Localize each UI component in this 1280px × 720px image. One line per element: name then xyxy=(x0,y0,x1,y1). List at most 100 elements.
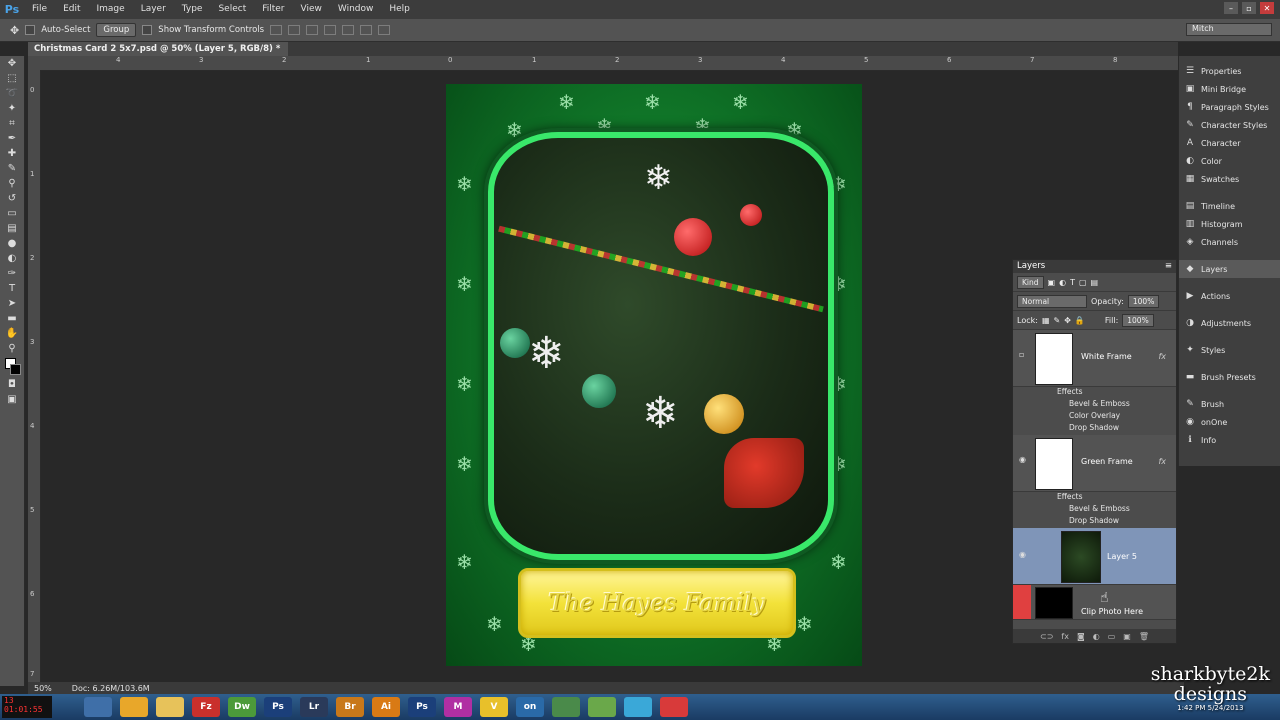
dock-item-character-styles[interactable]: ✎ Character Styles xyxy=(1179,116,1280,134)
taskbar-app-icon[interactable]: Br xyxy=(336,697,364,717)
lock-paint-icon[interactable]: ✎ xyxy=(1054,316,1061,325)
maximize-button[interactable]: ▫ xyxy=(1242,2,1256,14)
eyedropper-icon[interactable]: ✒ xyxy=(5,133,19,145)
dock-item-character[interactable]: A Character xyxy=(1179,134,1280,152)
link-layers-icon[interactable]: ⊂⊃ xyxy=(1040,632,1053,641)
taskbar-app-icon[interactable]: M xyxy=(444,697,472,717)
layer-row-green-frame[interactable]: ◉ Green Frame fx xyxy=(1013,435,1176,492)
dock-item-mini-bridge[interactable]: ▣ Mini Bridge xyxy=(1179,80,1280,98)
taskbar-app-icon[interactable] xyxy=(660,697,688,717)
dock-item-color[interactable]: ◐ Color xyxy=(1179,152,1280,170)
layer-row-clip-photo[interactable]: Clip Photo Here xyxy=(1013,585,1176,620)
crop-tool-icon[interactable]: ⌗ xyxy=(5,118,19,130)
document-canvas[interactable]: ❄ ❄ ❄ ❄ ❄ ❄ ❄ ❄ ❄ ❄ ❄ ❄ ❄ ❄ ❄ ❄ ❄ ❄ ❄ ❄ … xyxy=(446,84,862,666)
zoom-level[interactable]: 50% xyxy=(34,684,52,693)
menu-help[interactable]: Help xyxy=(381,0,418,19)
menu-type[interactable]: Type xyxy=(174,0,211,19)
effects-header[interactable]: Effects xyxy=(1013,492,1176,504)
effect-bevel-emboss[interactable]: Bevel & Emboss xyxy=(1013,399,1176,411)
dodge-tool-icon[interactable]: ◐ xyxy=(5,253,19,265)
fx-icon[interactable]: fx xyxy=(1158,352,1166,361)
quick-mask-icon[interactable]: ◘ xyxy=(5,379,19,391)
marquee-tool-icon[interactable]: ⬚ xyxy=(5,73,19,85)
menu-view[interactable]: View xyxy=(293,0,330,19)
move-tool-icon[interactable]: ✥ xyxy=(10,24,19,37)
new-group-icon[interactable]: ▭ xyxy=(1108,632,1116,641)
clone-stamp-icon[interactable]: ⚲ xyxy=(5,178,19,190)
effect-drop-shadow[interactable]: Drop Shadow xyxy=(1013,423,1176,435)
effect-drop-shadow[interactable]: Drop Shadow xyxy=(1013,516,1176,528)
align-bottom-icon[interactable] xyxy=(306,25,319,35)
screen-mode-icon[interactable]: ▣ xyxy=(5,394,19,406)
menu-window[interactable]: Window xyxy=(330,0,382,19)
new-layer-icon[interactable]: ▣ xyxy=(1123,632,1131,641)
taskbar-app-icon[interactable]: on xyxy=(516,697,544,717)
lock-pixels-icon[interactable]: ▦ xyxy=(1042,316,1050,325)
history-brush-icon[interactable]: ↺ xyxy=(5,193,19,205)
taskbar-app-icon[interactable]: V xyxy=(480,697,508,717)
distribute-icon[interactable] xyxy=(378,25,391,35)
align-right-icon[interactable] xyxy=(360,25,373,35)
lock-position-icon[interactable]: ✥ xyxy=(1064,316,1071,325)
gradient-tool-icon[interactable]: ▤ xyxy=(5,223,19,235)
filter-shape-icon[interactable]: ▢ xyxy=(1079,278,1087,287)
align-top-icon[interactable] xyxy=(270,25,283,35)
blur-tool-icon[interactable]: ● xyxy=(5,238,19,250)
lock-all-icon[interactable]: 🔒 xyxy=(1075,316,1085,325)
eraser-icon[interactable]: ▭ xyxy=(5,208,19,220)
fx-icon[interactable]: fx xyxy=(1158,457,1166,466)
delete-layer-icon[interactable]: 🗑 xyxy=(1139,632,1149,641)
menu-select[interactable]: Select xyxy=(210,0,254,19)
filter-adjust-icon[interactable]: ◐ xyxy=(1059,278,1066,287)
zoom-tool-icon[interactable]: ⚲ xyxy=(5,343,19,355)
add-style-icon[interactable]: fx xyxy=(1061,632,1069,641)
taskbar-app-icon[interactable]: Ai xyxy=(372,697,400,717)
shape-tool-icon[interactable]: ▬ xyxy=(5,313,19,325)
doc-size[interactable]: Doc: 6.26M/103.6M xyxy=(72,684,150,693)
move-tool-icon[interactable]: ✥ xyxy=(5,58,19,70)
menu-filter[interactable]: Filter xyxy=(254,0,292,19)
taskbar-app-icon[interactable] xyxy=(552,697,580,717)
dock-item-onone[interactable]: ◉ onOne xyxy=(1179,413,1280,431)
dock-item-swatches[interactable]: ▦ Swatches xyxy=(1179,170,1280,188)
menu-layer[interactable]: Layer xyxy=(133,0,174,19)
auto-select-dropdown[interactable]: Group xyxy=(96,23,137,37)
color-swatches-icon[interactable] xyxy=(5,358,21,376)
dock-item-timeline[interactable]: ▤ Timeline xyxy=(1179,197,1280,215)
align-center-icon[interactable] xyxy=(342,25,355,35)
dock-item-actions[interactable]: ▶ Actions xyxy=(1179,287,1280,305)
taskbar-app-icon[interactable]: Fz xyxy=(192,697,220,717)
add-mask-icon[interactable]: ◙ xyxy=(1077,632,1085,641)
menu-image[interactable]: Image xyxy=(89,0,133,19)
taskbar-app-icon[interactable] xyxy=(624,697,652,717)
transform-controls-checkbox[interactable] xyxy=(142,25,153,35)
dock-item-styles[interactable]: ✦ Styles xyxy=(1179,341,1280,359)
align-left-icon[interactable] xyxy=(324,25,337,35)
close-button[interactable]: ✕ xyxy=(1260,2,1274,14)
magic-wand-icon[interactable]: ✦ xyxy=(5,103,19,115)
hand-tool-icon[interactable]: ✋ xyxy=(5,328,19,340)
visibility-eye-icon[interactable]: ◉ xyxy=(1019,455,1029,464)
filter-type-icon[interactable]: T xyxy=(1070,278,1075,287)
healing-brush-icon[interactable]: ✚ xyxy=(5,148,19,160)
layer-row-layer-5[interactable]: ◉ Layer 5 xyxy=(1013,528,1176,585)
dock-item-properties[interactable]: ☰ Properties xyxy=(1179,62,1280,80)
dock-item-histogram[interactable]: ▥ Histogram xyxy=(1179,215,1280,233)
filter-kind-dropdown[interactable]: Kind xyxy=(1017,275,1044,289)
dock-item-brush-presets[interactable]: ▬ Brush Presets xyxy=(1179,368,1280,386)
layer-row-white-frame[interactable]: ▫ White Frame fx xyxy=(1013,330,1176,387)
taskbar-app-icon[interactable] xyxy=(588,697,616,717)
dock-item-info[interactable]: ℹ Info xyxy=(1179,431,1280,449)
dock-item-brush[interactable]: ✎ Brush xyxy=(1179,395,1280,413)
brush-tool-icon[interactable]: ✎ xyxy=(5,163,19,175)
filter-pixel-icon[interactable]: ▣ xyxy=(1048,278,1056,287)
document-tab[interactable]: Christmas Card 2 5x7.psd @ 50% (Layer 5,… xyxy=(28,42,289,56)
dock-item-adjustments[interactable]: ◑ Adjustments xyxy=(1179,314,1280,332)
opacity-field[interactable]: 100% xyxy=(1127,294,1160,308)
dock-item-layers[interactable]: ◆ Layers xyxy=(1179,260,1280,278)
pen-tool-icon[interactable]: ✑ xyxy=(5,268,19,280)
taskbar-app-icon[interactable] xyxy=(156,697,184,717)
path-select-icon[interactable]: ➤ xyxy=(5,298,19,310)
dock-item-channels[interactable]: ◈ Channels xyxy=(1179,233,1280,251)
visibility-eye-icon[interactable]: ◉ xyxy=(1019,550,1029,559)
